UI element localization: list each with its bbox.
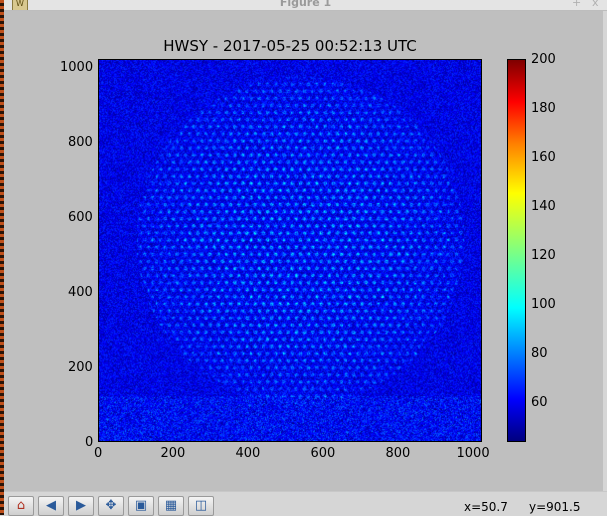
y-tick-label: 200 bbox=[68, 359, 93, 375]
window-titlebar[interactable]: W Figure 1 + x bbox=[4, 0, 607, 11]
y-tick-label: 0 bbox=[85, 434, 94, 450]
colorbar-tick-label: 80 bbox=[531, 346, 548, 362]
y-tick-label: 800 bbox=[68, 135, 93, 151]
colorbar-tick-label: 140 bbox=[531, 198, 556, 214]
home-icon[interactable]: ⌂ bbox=[8, 496, 34, 516]
back-icon[interactable]: ◀ bbox=[38, 496, 64, 516]
colorbar bbox=[507, 59, 526, 442]
colorbar-tick-label: 60 bbox=[531, 395, 548, 411]
colorbar-tick-label: 120 bbox=[531, 247, 556, 263]
heatmap-image[interactable] bbox=[98, 59, 482, 442]
pin-icon[interactable]: + bbox=[572, 0, 581, 9]
x-tick-label: 200 bbox=[160, 445, 186, 461]
x-tick-label: 400 bbox=[235, 445, 261, 461]
colorbar-tick-label: 200 bbox=[531, 51, 556, 67]
subplots-icon[interactable]: ▦ bbox=[158, 496, 184, 516]
y-tick-label: 400 bbox=[68, 284, 93, 300]
x-tick-label: 0 bbox=[94, 445, 103, 461]
x-tick-label: 600 bbox=[310, 445, 336, 461]
colorbar-tick-label: 180 bbox=[531, 100, 556, 116]
colorbar-tick-label: 100 bbox=[531, 297, 556, 312]
window-title: Figure 1 bbox=[279, 0, 332, 9]
forward-icon[interactable]: ▶ bbox=[68, 496, 94, 516]
y-tick-label: 600 bbox=[68, 210, 93, 226]
x-tick-label: 1000 bbox=[456, 445, 490, 461]
cursor-y-readout: y=901.5 bbox=[529, 500, 581, 514]
plot-title: HWSY - 2017-05-25 00:52:13 UTC bbox=[163, 37, 417, 55]
close-icon[interactable]: x bbox=[592, 0, 599, 9]
save-icon[interactable]: ◫ bbox=[188, 496, 214, 516]
x-tick-label: 800 bbox=[385, 445, 411, 461]
cursor-x-readout: x=50.7 bbox=[464, 500, 508, 514]
pan-icon[interactable]: ✥ bbox=[98, 496, 124, 516]
colorbar-tick-label: 160 bbox=[531, 149, 556, 165]
zoom-icon[interactable]: ▣ bbox=[128, 496, 154, 516]
y-tick-label: 1000 bbox=[60, 60, 94, 76]
navigation-toolbar: ⌂ ◀ ▶ ✥ ▣ ▦ ◫ x=50.7 y=901.5 bbox=[4, 491, 607, 516]
